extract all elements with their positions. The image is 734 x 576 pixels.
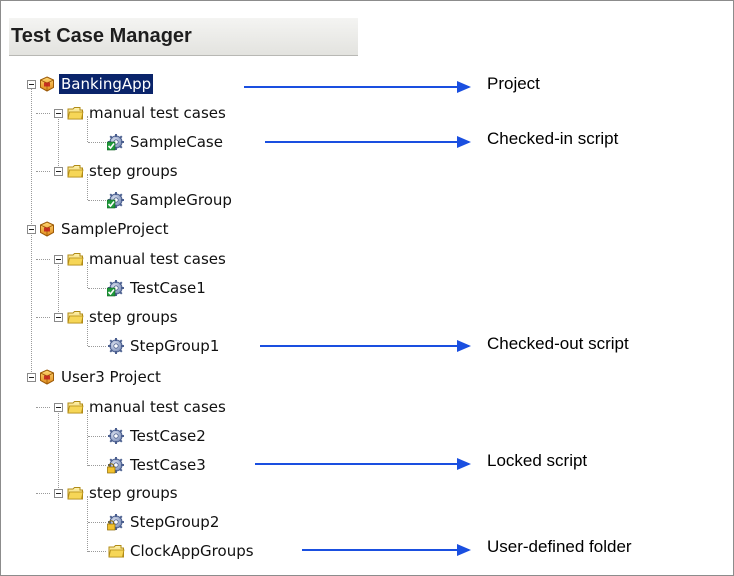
tree-node-script[interactable]: TestCase2 (107, 425, 208, 447)
project-icon (40, 76, 54, 92)
tree-node-label: User3 Project (61, 368, 161, 386)
tree-node-label: SampleCase (130, 133, 223, 151)
collapse-toggle[interactable] (27, 373, 36, 382)
checked-out-script-icon (107, 427, 125, 445)
tree-connector (88, 436, 106, 437)
tree-node-label: manual test cases (89, 250, 226, 268)
collapse-toggle[interactable] (54, 109, 63, 118)
tree-node-label: ClockAppGroups (130, 542, 254, 560)
checked-in-script-icon (107, 133, 125, 151)
tree-node-label: manual test cases (89, 398, 226, 416)
folder-icon (67, 253, 84, 266)
collapse-toggle[interactable] (54, 255, 63, 264)
folder-icon (67, 107, 84, 120)
tree-node-label: TestCase2 (130, 427, 206, 445)
tree-node-label: TestCase3 (130, 456, 206, 474)
tree-node-label: TestCase1 (130, 279, 206, 297)
tree-node-project[interactable]: User3 Project (38, 366, 163, 388)
tree-connector (36, 493, 50, 494)
collapse-toggle[interactable] (54, 313, 63, 322)
tree-guide-level2 (87, 496, 88, 552)
tree-node-folder[interactable]: step groups (66, 306, 180, 328)
collapse-toggle[interactable] (54, 167, 63, 176)
tree-connector (88, 522, 106, 523)
callout-arrow (244, 81, 471, 93)
tree-guide-level1 (58, 116, 59, 172)
tree-connector (36, 317, 50, 318)
checked-in-script-icon (107, 191, 125, 209)
tree-connector (88, 142, 106, 143)
tree-connector (88, 346, 106, 347)
tree-node-label: SampleProject (61, 220, 169, 238)
tree-node-folder[interactable]: step groups (66, 160, 180, 182)
tree-guide-level1 (58, 410, 59, 494)
tree-node-script[interactable]: TestCase3 (107, 454, 208, 476)
tree-node-label: step groups (89, 308, 178, 326)
tree-node-label: manual test cases (89, 104, 226, 122)
tree-connector (36, 259, 50, 260)
tree-node-label: step groups (89, 484, 178, 502)
callout-checked-out: Checked-out script (487, 334, 629, 353)
tree-node-project[interactable]: BankingApp (38, 73, 154, 95)
tree-node-project[interactable]: SampleProject (38, 218, 171, 240)
project-icon (40, 369, 54, 385)
tree-connector (36, 407, 50, 408)
tree-connector (88, 551, 106, 552)
tree-node-folder[interactable]: ClockAppGroups (107, 540, 256, 562)
folder-icon (67, 487, 84, 500)
folder-icon (67, 311, 84, 324)
tree-connector (88, 200, 106, 201)
callout-arrow (255, 458, 471, 470)
tree-node-label: StepGroup2 (130, 513, 220, 531)
tree-node-script[interactable]: SampleGroup (107, 189, 234, 211)
user-folder-icon (108, 545, 125, 558)
tree-node-label: StepGroup1 (130, 337, 220, 355)
tree-node-label: BankingApp (59, 74, 154, 94)
tree-connector (36, 171, 50, 172)
tree-node-label: step groups (89, 162, 178, 180)
collapse-toggle[interactable] (27, 80, 36, 89)
tree-node-script[interactable]: TestCase1 (107, 277, 208, 299)
callout-arrow (260, 340, 471, 352)
tree-node-folder[interactable]: manual test cases (66, 102, 228, 124)
locked-script-icon (107, 456, 125, 474)
callout-arrow (265, 136, 471, 148)
callout-project: Project (487, 74, 540, 93)
checked-in-script-icon (107, 279, 125, 297)
tree-node-script[interactable]: SampleCase (107, 131, 225, 153)
locked-script-icon (107, 513, 125, 531)
tree-node-label: SampleGroup (130, 191, 232, 209)
folder-icon (67, 165, 84, 178)
tree-node-script[interactable]: StepGroup2 (107, 511, 221, 533)
callout-user-folder: User-defined folder (487, 537, 632, 556)
callout-checked-in: Checked-in script (487, 129, 619, 148)
project-icon (40, 221, 54, 237)
collapse-toggle[interactable] (27, 225, 36, 234)
tree-connector (88, 288, 106, 289)
tree-node-folder[interactable]: step groups (66, 482, 180, 504)
tree-connector (36, 113, 50, 114)
tree-connector (88, 465, 106, 466)
tree-guide-level1 (58, 262, 59, 318)
tree-node-folder[interactable]: manual test cases (66, 396, 228, 418)
callout-locked: Locked script (487, 451, 588, 470)
tree-node-folder[interactable]: manual test cases (66, 248, 228, 270)
tree-node-script[interactable]: StepGroup1 (107, 335, 221, 357)
callout-arrow (302, 544, 471, 556)
tree-guide-level2 (87, 410, 88, 466)
folder-icon (67, 401, 84, 414)
collapse-toggle[interactable] (54, 403, 63, 412)
checked-out-script-icon (107, 337, 125, 355)
collapse-toggle[interactable] (54, 489, 63, 498)
